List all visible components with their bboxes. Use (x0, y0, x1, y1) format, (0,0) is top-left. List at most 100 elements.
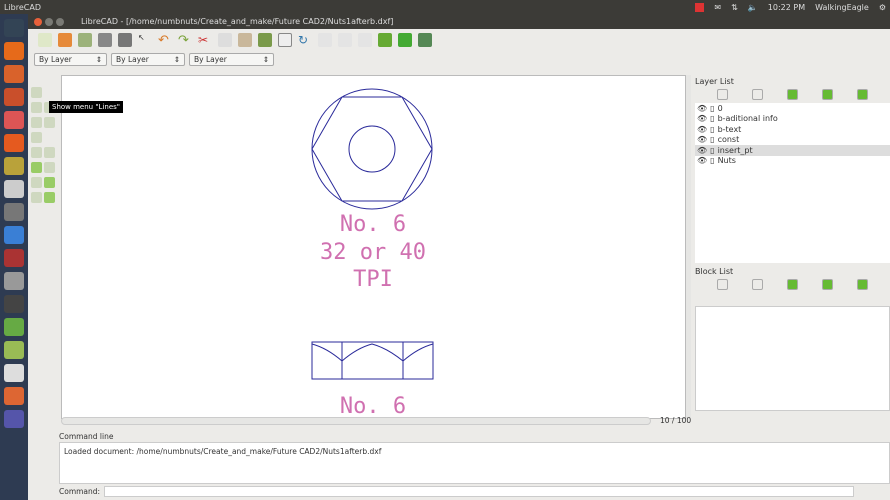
app-icon[interactable] (4, 203, 24, 221)
font-icon[interactable] (4, 364, 24, 382)
block-tool-icon[interactable] (44, 192, 55, 203)
zoom-selection-icon[interactable] (398, 33, 412, 47)
lock-icon[interactable]: ▯ (710, 114, 714, 123)
files-icon[interactable] (4, 65, 24, 83)
zoom-previous-icon[interactable] (378, 33, 392, 47)
edit-layer-icon[interactable] (857, 89, 868, 100)
add-block-icon[interactable] (787, 279, 798, 290)
save-icon[interactable] (78, 33, 92, 47)
command-input[interactable] (104, 486, 855, 497)
minimize-button[interactable] (45, 17, 53, 26)
color-combo[interactable]: By Layer ⇕ (34, 52, 107, 66)
eye-icon[interactable]: 👁 (697, 104, 707, 113)
drawing-canvas[interactable]: No. 6 32 or 40 TPI No. 6 (61, 75, 686, 419)
spline-tool-icon[interactable] (31, 132, 42, 143)
volume-icon[interactable]: 🔈 (748, 3, 758, 12)
lock-icon[interactable]: ▯ (710, 104, 714, 113)
layer-item[interactable]: 👁 ▯ b-text (695, 124, 890, 135)
app-icon[interactable] (4, 157, 24, 175)
eye-icon[interactable]: 👁 (697, 135, 707, 144)
app-icon[interactable] (4, 111, 24, 129)
snap-tool-icon[interactable] (44, 177, 55, 188)
dimension-tool-icon[interactable] (44, 147, 55, 158)
app-icon[interactable] (4, 272, 24, 290)
hatch-tool-icon[interactable] (31, 162, 42, 173)
nut-chamfer-arcs (311, 343, 434, 362)
lock-icon[interactable]: ▯ (710, 146, 714, 155)
new-file-icon[interactable] (38, 33, 52, 47)
notification-icon[interactable] (695, 2, 705, 12)
layer-item[interactable]: 👁 ▯ b-aditional info (695, 114, 890, 125)
app-icon[interactable] (4, 410, 24, 428)
open-file-icon[interactable] (58, 33, 72, 47)
ellipse-tool-icon[interactable] (31, 117, 42, 128)
layer-item-selected[interactable]: 👁 ▯ insert_pt (695, 145, 890, 156)
clock[interactable]: 10:22 PM (768, 3, 805, 12)
hide-all-blocks-icon[interactable] (752, 279, 763, 290)
zoom-auto-icon[interactable] (358, 33, 372, 47)
drawing-text: No. 6 (340, 212, 406, 237)
network-icon[interactable]: ⇅ (731, 3, 738, 12)
linetype-combo[interactable]: By Layer ⇕ (189, 52, 274, 66)
app-icon[interactable] (4, 226, 24, 244)
print-icon[interactable] (98, 33, 112, 47)
tooltip: Show menu "Lines" (49, 101, 124, 113)
text-tool-icon[interactable] (31, 147, 42, 158)
zoom-window-icon[interactable] (278, 33, 292, 47)
add-layer-icon[interactable] (787, 89, 798, 100)
eye-icon[interactable]: 👁 (697, 146, 707, 155)
firefox-icon[interactable] (4, 42, 24, 60)
app-icon[interactable] (4, 387, 24, 405)
cursor-icon[interactable] (44, 87, 55, 98)
lock-icon[interactable]: ▯ (710, 156, 714, 165)
layer-item[interactable]: 👁 ▯ Nuts (695, 156, 890, 167)
lines-tool-icon[interactable] (31, 87, 42, 98)
undo-icon[interactable]: ↶ (158, 33, 172, 48)
app-icon[interactable] (4, 180, 24, 198)
power-icon[interactable]: ⚙ (879, 3, 886, 12)
linewidth-combo[interactable]: By Layer ⇕ (111, 52, 185, 66)
user-menu[interactable]: WalkingEagle (815, 3, 869, 12)
redraw-icon[interactable]: ↻ (298, 33, 312, 47)
cut-icon[interactable]: ✂ (198, 33, 212, 47)
app-icon[interactable] (4, 249, 24, 267)
layer-item[interactable]: 👁 ▯ const (695, 135, 890, 146)
select-pointer-icon[interactable]: ↖ (138, 33, 152, 47)
show-all-layers-icon[interactable] (717, 89, 728, 100)
polyline-tool-icon[interactable] (44, 117, 55, 128)
redo-icon[interactable]: ↷ (178, 33, 192, 48)
app-icon[interactable] (4, 295, 24, 313)
eye-icon[interactable]: 👁 (697, 114, 707, 123)
modify-tool-icon[interactable] (31, 177, 42, 188)
window-title: LibreCAD - [/home/numbnuts/Create_and_ma… (81, 17, 394, 26)
zoom-out-icon[interactable] (338, 33, 352, 47)
eye-icon[interactable]: 👁 (697, 156, 707, 165)
remove-block-icon[interactable] (822, 279, 833, 290)
info-tool-icon[interactable] (31, 192, 42, 203)
paste-icon[interactable] (238, 33, 252, 47)
copy-icon[interactable] (218, 33, 232, 47)
hide-all-layers-icon[interactable] (752, 89, 763, 100)
eye-icon[interactable]: 👁 (697, 125, 707, 134)
app-icon[interactable] (4, 341, 24, 359)
print-preview-icon[interactable] (118, 33, 132, 47)
zoom-in-icon[interactable] (318, 33, 332, 47)
ubuntu-icon[interactable] (4, 19, 24, 37)
lock-icon[interactable]: ▯ (710, 125, 714, 134)
layer-item[interactable]: 👁 ▯ 0 (695, 103, 890, 114)
close-button[interactable] (34, 17, 42, 26)
show-all-blocks-icon[interactable] (717, 279, 728, 290)
grid-toggle-icon[interactable] (258, 33, 272, 47)
app-icon[interactable] (4, 88, 24, 106)
edit-block-icon[interactable] (857, 279, 868, 290)
maximize-button[interactable] (56, 17, 64, 26)
lock-icon[interactable]: ▯ (710, 135, 714, 144)
remove-layer-icon[interactable] (822, 89, 833, 100)
mail-icon[interactable]: ✉ (714, 3, 721, 12)
ubuntu-one-icon[interactable] (4, 134, 24, 152)
arc-tool-icon[interactable] (31, 102, 42, 113)
horizontal-scrollbar[interactable] (61, 417, 651, 425)
zoom-pan-icon[interactable] (418, 33, 432, 47)
app-icon[interactable] (4, 318, 24, 336)
image-tool-icon[interactable] (44, 162, 55, 173)
